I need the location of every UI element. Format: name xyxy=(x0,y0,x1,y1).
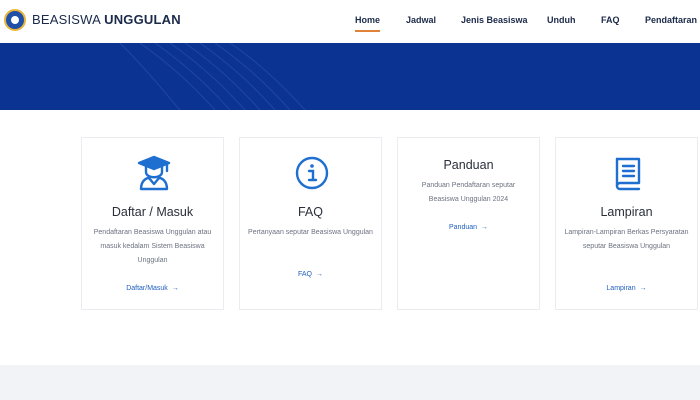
arrow-right-icon: → xyxy=(171,285,179,292)
card-description: Pertanyaan seputar Beasiswa Unggulan xyxy=(248,229,373,236)
brand-bold: UNGGULAN xyxy=(104,12,181,27)
arrow-right-icon: → xyxy=(481,224,489,231)
graduate-icon xyxy=(137,155,171,191)
nav-item-jadwal[interactable]: Jadwal xyxy=(406,15,436,25)
hero-banner xyxy=(0,43,700,110)
card-daftar-masuk: Daftar / Masuk Pendaftaran Beasiswa Ungg… xyxy=(81,137,224,310)
book-icon xyxy=(615,157,641,191)
card-description: Panduan Pendaftaran seputar Beasiswa Ung… xyxy=(421,182,516,203)
link-label: Panduan xyxy=(448,224,478,231)
nav-item-home[interactable]: Home xyxy=(355,15,381,32)
card-title: Daftar / Masuk xyxy=(111,205,194,219)
panduan-link[interactable]: Panduan → xyxy=(398,224,539,231)
info-icon xyxy=(295,156,329,190)
brand-light: BEASISWA xyxy=(32,12,105,27)
card-title: Lampiran xyxy=(600,205,653,219)
footer-section xyxy=(0,365,700,400)
nav-item-jenis-beasiswa[interactable]: Jenis Beasiswa xyxy=(461,15,528,25)
top-navbar: BEASISWA UNGGULAN Home Jadwal Jenis Beas… xyxy=(0,0,700,43)
card-panduan: Panduan Panduan Pendaftaran seputar Beas… xyxy=(397,137,540,310)
link-label: Daftar/Masuk xyxy=(126,285,168,292)
card-faq: FAQ Pertanyaan seputar Beasiswa Unggulan… xyxy=(239,137,382,310)
card-title: Panduan xyxy=(443,158,494,172)
card-lampiran: Lampiran Lampiran-Lampiran Berkas Persya… xyxy=(555,137,698,310)
brand-title[interactable]: BEASISWA UNGGULAN xyxy=(32,12,181,27)
card-title: FAQ xyxy=(297,205,323,219)
nav-item-faq[interactable]: FAQ xyxy=(601,15,620,25)
link-label: FAQ xyxy=(297,271,312,278)
card-description: Lampiran-Lampiran Berkas Persyaratan sep… xyxy=(564,229,689,250)
arrow-right-icon: → xyxy=(639,285,647,292)
daftar-masuk-link[interactable]: Daftar/Masuk → xyxy=(82,285,223,292)
faq-link[interactable]: FAQ → xyxy=(240,271,381,278)
nav-item-pendaftaran[interactable]: Pendaftaran xyxy=(645,15,697,25)
lampiran-link[interactable]: Lampiran → xyxy=(556,285,697,292)
logo-icon[interactable] xyxy=(4,9,26,31)
card-description: Pendaftaran Beasiswa Unggulan atau masuk… xyxy=(93,229,212,264)
link-label: Lampiran xyxy=(606,285,636,292)
arrow-right-icon: → xyxy=(316,271,323,278)
nav-item-unduh[interactable]: Unduh xyxy=(547,15,576,25)
hero-wave-pattern xyxy=(119,43,306,110)
